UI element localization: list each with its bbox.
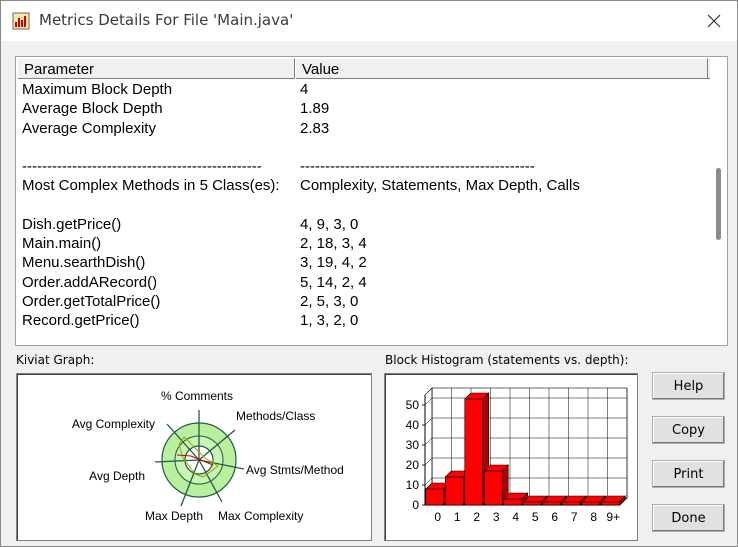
table-row[interactable]: Dish.getPrice() 4, 9, 3, 0: [22, 216, 702, 235]
y-tick-label: 30: [406, 438, 420, 452]
value-cell: 5, 14, 2, 4: [300, 273, 367, 291]
parameter-cell: Maximum Block Depth: [22, 81, 173, 98]
parameter-cell: Menu.searthDish(): [22, 254, 146, 272]
y-tick-label: 40: [406, 418, 420, 432]
value-cell: 4: [300, 81, 309, 98]
parameter-cell: Order.addARecord(): [22, 273, 158, 291]
value-cell: 2.83: [300, 119, 330, 137]
table-row[interactable]: [22, 139, 702, 158]
x-tick-label: 4: [512, 510, 519, 524]
close-button[interactable]: [699, 6, 729, 36]
kiviat-axis-label: % Comments: [161, 389, 233, 403]
x-tick-label: 1: [454, 510, 461, 524]
kiviat-axis-label: Max Depth: [145, 509, 203, 523]
list-rows: Maximum Block Depth 4 Average Block Depth 1…: [22, 81, 702, 331]
x-tick-label: 5: [532, 510, 539, 524]
help-button[interactable]: Help: [652, 372, 725, 400]
table-row[interactable]: Average Block Depth 1.89: [22, 100, 702, 119]
table-row[interactable]: Average Complexity 2.83: [22, 120, 702, 139]
table-row[interactable]: Main.main() 2, 18, 3, 4: [22, 235, 702, 254]
x-tick-label: 3: [493, 510, 500, 524]
value-cell: ----------------------------------------…: [300, 158, 535, 175]
x-tick-label: 7: [571, 510, 578, 524]
table-row[interactable]: Order.addARecord() 5, 14, 2, 4: [22, 274, 702, 293]
x-tick-label: 2: [473, 510, 480, 524]
column-header-value[interactable]: Value: [295, 58, 708, 79]
table-row[interactable]: Record.getPrice() 1, 3, 2, 0: [22, 312, 702, 331]
y-tick-label: 20: [406, 458, 420, 472]
vertical-scrollbar[interactable]: [711, 58, 726, 344]
kiviat-axis-label: Max Complexity: [218, 509, 303, 523]
y-tick-label: 50: [406, 398, 420, 412]
value-cell: Complexity, Statements, Max Depth, Calls: [300, 177, 580, 195]
parameter-cell: ----------------------------------------…: [22, 158, 262, 175]
x-tick-label: 6: [551, 510, 558, 524]
column-header-parameter[interactable]: Parameter: [17, 58, 295, 79]
value-cell: 4, 9, 3, 0: [300, 215, 359, 233]
kiviat-axis-label: Avg Stmts/Method: [246, 463, 344, 477]
y-tick-label: 10: [406, 478, 420, 492]
x-tick-label: 0: [434, 510, 441, 524]
kiviat-axis-label: Avg Complexity: [72, 417, 155, 431]
done-button[interactable]: Done: [652, 504, 725, 532]
value-cell: 2, 5, 3, 0: [300, 292, 359, 310]
parameter-cell: Main.main(): [22, 235, 102, 252]
window-title: Metrics Details For File 'Main.java': [39, 11, 294, 29]
block-histogram: 0 10 20 30 40 50 0 1 2 3 4 5 6 7 8 9+: [384, 373, 638, 541]
kiviat-graph: % Comments Methods/Class Avg Stmts/Method M…: [16, 373, 372, 541]
histogram-chart: 010203040500 1 2 3 4 5 6 7 8 9+: [406, 387, 628, 524]
table-row[interactable]: Most Complex Methods in 5 Class(es): Comp…: [22, 177, 702, 196]
table-row[interactable]: Order.getTotalPrice() 2, 5, 3, 0: [22, 293, 702, 312]
copy-button[interactable]: Copy: [652, 416, 725, 444]
kiviat-label: Kiviat Graph:: [16, 353, 95, 367]
x-tick-label: 8: [590, 510, 597, 524]
app-icon: [12, 12, 30, 30]
parameter-cell: Most Complex Methods in 5 Class(es):: [22, 177, 280, 195]
parameter-cell: Average Complexity: [22, 119, 156, 137]
close-icon: [707, 14, 721, 28]
table-row[interactable]: ----------------------------------------…: [22, 158, 702, 177]
table-row[interactable]: [22, 197, 702, 216]
value-cell: 1.89: [300, 100, 330, 118]
value-cell: 3, 19, 4, 2: [300, 254, 367, 272]
metrics-list[interactable]: Parameter Value Maximum Block Depth 4 Aver…: [15, 56, 728, 346]
value-cell: 1, 3, 2, 0: [300, 312, 359, 329]
print-button[interactable]: Print: [652, 460, 725, 488]
x-tick-label: 9+: [606, 510, 620, 524]
parameter-cell: Record.getPrice(): [22, 312, 140, 329]
parameter-cell: Dish.getPrice(): [22, 215, 122, 233]
histogram-label: Block Histogram (statements vs. depth):: [385, 353, 629, 367]
parameter-cell: Order.getTotalPrice(): [22, 292, 161, 310]
parameter-cell: Average Block Depth: [22, 100, 163, 118]
value-cell: 2, 18, 3, 4: [300, 235, 367, 252]
scrollbar-thumb[interactable]: [716, 168, 721, 240]
table-row[interactable]: Menu.searthDish() 3, 19, 4, 2: [22, 254, 702, 273]
kiviat-axis-label: Avg Depth: [89, 469, 145, 483]
kiviat-axis-label: Methods/Class: [236, 409, 315, 423]
table-row[interactable]: Maximum Block Depth 4: [22, 81, 702, 100]
kiviat-chart: % CommentsMethods/Class Avg Stmts/Method M…: [72, 389, 344, 523]
y-tick-label: 0: [412, 498, 419, 512]
title-bar: Metrics Details For File 'Main.java': [1, 1, 737, 41]
list-header: Parameter Value: [17, 58, 710, 79]
metrics-dialog: Metrics Details For File 'Main.java' Par…: [0, 0, 738, 547]
